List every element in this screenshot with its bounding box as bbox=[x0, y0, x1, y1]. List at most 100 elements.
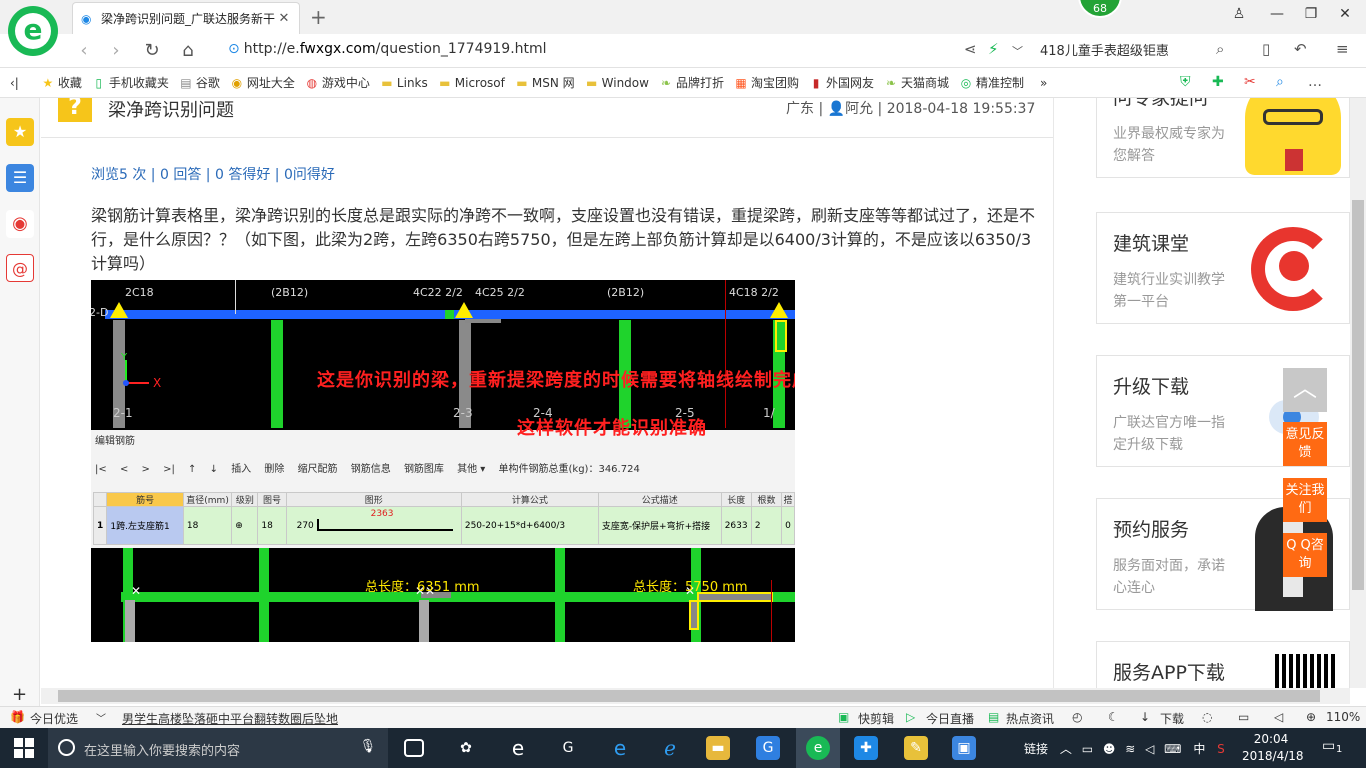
card-classroom[interactable]: 建筑课堂 建筑行业实训教学第一平台 bbox=[1096, 212, 1350, 324]
windows-start-icon[interactable] bbox=[14, 738, 34, 758]
toolbar-first[interactable]: |< bbox=[95, 464, 107, 475]
search-icon[interactable]: ⌕ bbox=[1276, 74, 1284, 90]
stat-asked[interactable]: 0问得好 bbox=[284, 167, 335, 183]
question-screenshot[interactable]: 2C18 (2B12) 4C22 2/2 4C25 2/2 (2B12) 4C1… bbox=[91, 280, 795, 642]
toolbar-prev[interactable]: < bbox=[120, 464, 128, 475]
minimize-icon[interactable]: — bbox=[1262, 6, 1292, 22]
toolbar-other[interactable]: 其他 ▾ bbox=[457, 464, 485, 475]
back-to-top-icon[interactable]: ︿ bbox=[1283, 368, 1327, 412]
bookmark-item[interactable]: ▯ 手机收藏夹 bbox=[92, 74, 169, 91]
follow-us-button[interactable]: 关注我们 bbox=[1283, 478, 1327, 522]
bookmark-item[interactable]: ▬ Links bbox=[380, 76, 428, 90]
card-expert[interactable]: 问专家提问 业界最权威专家为您解答 bbox=[1096, 98, 1350, 178]
news-ticker-link[interactable]: 男学生高楼坠落砸中平台翻转数圈后坠地 bbox=[122, 710, 338, 727]
bookmark-item[interactable]: ▦ 淘宝团购 bbox=[734, 74, 799, 91]
table-cell[interactable]: 0 bbox=[781, 506, 795, 545]
favorites-star-icon[interactable]: ★ bbox=[6, 118, 34, 146]
bookmark-item[interactable]: ◉ 网址大全 bbox=[230, 74, 295, 91]
wifi-icon[interactable]: ≋ bbox=[1125, 742, 1135, 756]
weibo-icon[interactable]: ◉ bbox=[6, 210, 34, 238]
toolbar-last[interactable]: >| bbox=[163, 464, 175, 475]
task-view-icon[interactable] bbox=[404, 739, 424, 757]
sidebar-add-icon[interactable]: + bbox=[12, 684, 27, 705]
system-clock[interactable]: 20:04 2018/4/18 bbox=[1242, 731, 1304, 765]
toolbar-next[interactable]: > bbox=[142, 464, 150, 475]
toolbar-scale[interactable]: 缩尺配筋 bbox=[298, 464, 338, 475]
search-icon[interactable]: ⌕ bbox=[1216, 40, 1224, 58]
bookmarks-collapse-icon[interactable]: ‹| bbox=[10, 76, 19, 90]
table-row[interactable]: 1 1跨.左支座筋1 18 ⊕ 18 270 2363 250-20+15*d+… bbox=[92, 506, 795, 545]
microphone-icon[interactable]: 🎙 bbox=[359, 739, 376, 754]
speed-icon[interactable]: ◴ bbox=[1072, 710, 1082, 724]
download-link[interactable]: 下载 bbox=[1160, 710, 1184, 727]
table-cell[interactable]: 18 bbox=[182, 506, 233, 545]
qq-consult-button[interactable]: Q Q咨询 bbox=[1283, 533, 1327, 577]
bookmark-item[interactable]: ▬ MSN 网 bbox=[515, 74, 574, 91]
table-cell-shape[interactable]: 270 2363 bbox=[285, 506, 462, 545]
refresh-icon[interactable]: ↻ bbox=[140, 40, 164, 61]
table-cell[interactable]: 2 bbox=[750, 506, 783, 545]
browser-360-icon[interactable]: e bbox=[806, 736, 830, 760]
zoom-icon[interactable]: ⊕ bbox=[1306, 710, 1316, 724]
file-explorer-icon[interactable]: ▬ bbox=[706, 736, 730, 760]
stat-score[interactable]: 0 答得好 bbox=[215, 167, 270, 183]
tool-icon[interactable]: ✚ bbox=[854, 736, 878, 760]
taskbar-search-input[interactable]: 在这里输入你要搜索的内容 🎙 bbox=[48, 728, 388, 768]
ime-indicator[interactable]: 中 bbox=[1193, 742, 1205, 756]
stat-answers[interactable]: 0 回答 bbox=[160, 167, 201, 183]
tab-active[interactable]: ◉ 梁净跨识别问题_广联达服务新干 ✕ bbox=[72, 2, 300, 34]
quick-cut-link[interactable]: 快剪辑 bbox=[858, 710, 894, 727]
chevron-down-icon[interactable]: ﹀ bbox=[96, 710, 106, 725]
lightning-icon[interactable]: ⚡ bbox=[988, 40, 999, 58]
toolbar-down[interactable]: ↓ bbox=[210, 464, 218, 475]
table-cell[interactable]: 支座宽-保护层+弯折+搭接 bbox=[597, 506, 722, 545]
tray-chevron-icon[interactable]: ︿ bbox=[1060, 742, 1072, 756]
browser-logo-icon[interactable]: e bbox=[8, 6, 58, 56]
today-picks-link[interactable]: 今日优选 bbox=[30, 710, 78, 727]
maximize-icon[interactable]: ❐ bbox=[1296, 6, 1326, 22]
edge-icon[interactable]: e bbox=[608, 736, 632, 760]
tray-link[interactable]: 链接 bbox=[1024, 742, 1048, 756]
toolbar-insert[interactable]: 插入 bbox=[231, 464, 251, 475]
scissors-icon[interactable]: ✂ bbox=[1244, 74, 1256, 90]
moon-icon[interactable]: ☾ bbox=[1108, 710, 1119, 724]
screenshot-icon[interactable]: ▣ bbox=[952, 736, 976, 760]
undo-icon[interactable]: ↶ bbox=[1294, 40, 1307, 58]
question-author[interactable]: 阿允 bbox=[845, 101, 873, 117]
bookmark-item[interactable]: ❧ 天猫商城 bbox=[884, 74, 949, 91]
sync-icon[interactable]: ◌ bbox=[1202, 710, 1212, 724]
bookmark-item[interactable]: ◎ 精准控制 bbox=[959, 74, 1024, 91]
more-icon[interactable]: … bbox=[1308, 74, 1322, 90]
people-icon[interactable]: ☻ bbox=[1103, 742, 1116, 756]
vertical-scrollbar-thumb[interactable] bbox=[1352, 200, 1364, 590]
table-cell[interactable]: ⊕ bbox=[231, 506, 259, 545]
browser-g-icon[interactable]: G bbox=[556, 736, 580, 760]
tab-close-icon[interactable]: ✕ bbox=[277, 11, 291, 26]
chevron-down-icon[interactable]: ﹀ bbox=[1012, 43, 1023, 59]
zoom-level[interactable]: 110% bbox=[1326, 710, 1360, 724]
notes-icon[interactable]: ✎ bbox=[904, 736, 928, 760]
table-cell[interactable]: 2633 bbox=[720, 506, 752, 545]
glodon-icon[interactable]: G bbox=[756, 736, 780, 760]
share-icon[interactable]: ⋖ bbox=[964, 40, 977, 58]
mobile-icon[interactable]: ▯ bbox=[1262, 40, 1270, 58]
hot-news-link[interactable]: 热点资讯 bbox=[1006, 710, 1054, 727]
pinwheel-icon[interactable]: ✿ bbox=[454, 736, 478, 760]
home-icon[interactable]: ⌂ bbox=[176, 40, 200, 61]
card-app-download[interactable]: 服务APP下载 bbox=[1096, 641, 1350, 688]
battery-icon[interactable]: ▭ bbox=[1082, 742, 1093, 756]
keyboard-icon[interactable]: ⌨ bbox=[1164, 742, 1181, 756]
sogou-icon[interactable]: S bbox=[1217, 742, 1225, 756]
ie-icon[interactable]: e bbox=[506, 736, 530, 760]
table-cell[interactable]: 18 bbox=[257, 506, 287, 545]
bookmark-item[interactable]: ▮ 外国网友 bbox=[809, 74, 874, 91]
bookmark-item[interactable]: ▬ Microsof bbox=[438, 76, 505, 90]
bookmark-item[interactable]: ★ 收藏 bbox=[41, 74, 81, 91]
toolbar-info[interactable]: 钢筋信息 bbox=[351, 464, 391, 475]
back-icon[interactable]: ‹ bbox=[72, 40, 96, 61]
bookmarks-more-icon[interactable]: » bbox=[1040, 76, 1047, 90]
question-region[interactable]: 广东 bbox=[786, 101, 814, 117]
toolbar-delete[interactable]: 删除 bbox=[264, 464, 284, 475]
bookmark-item[interactable]: ▬ Window bbox=[585, 76, 649, 90]
reading-list-icon[interactable]: ☰ bbox=[6, 164, 34, 192]
